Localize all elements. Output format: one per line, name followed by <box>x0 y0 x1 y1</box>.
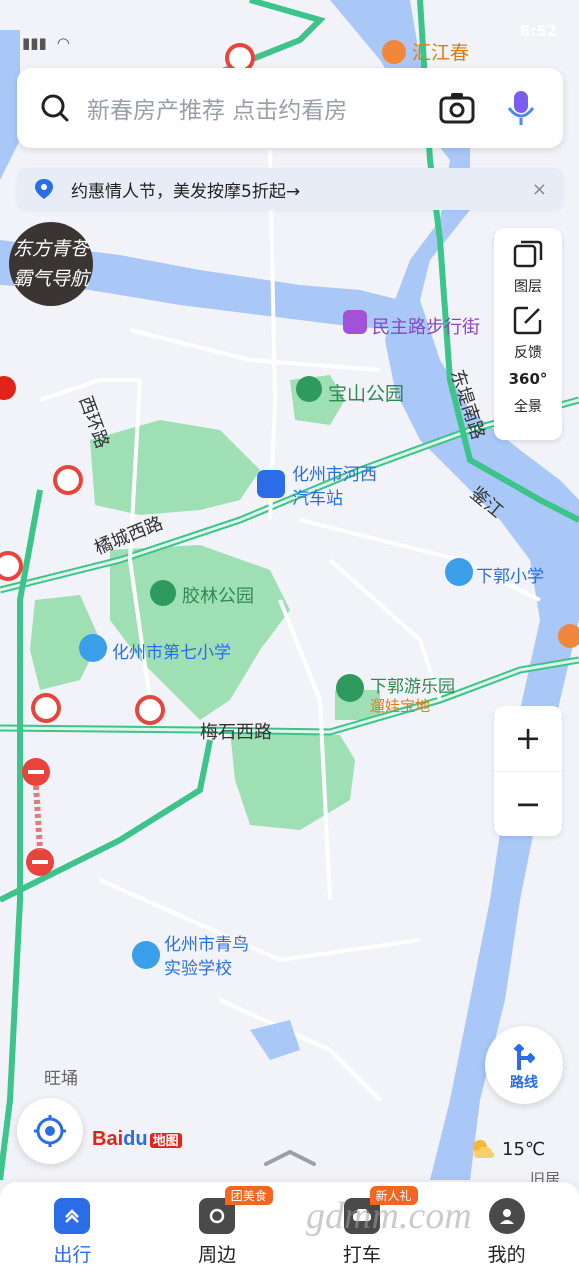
zoom-in-button[interactable]: + <box>494 706 562 772</box>
travel-icon <box>54 1198 91 1234</box>
poi-seventh-school[interactable]: 化州市第七小学 <box>112 638 231 663</box>
poi-bus-station[interactable]: 化州市河西 汽车站 <box>292 463 377 511</box>
route-button[interactable]: 路线 <box>485 1026 563 1104</box>
promo-banner[interactable]: 约惠情人节，美发按摩5折起→ × <box>17 168 563 210</box>
route-icon <box>513 1044 535 1070</box>
avatar-line1: 东方青苍 <box>12 238 89 260</box>
layers-label: 图层 <box>514 279 542 295</box>
poi-qingniao-school[interactable]: 化州市青鸟 实验学校 <box>164 933 249 981</box>
taxi-badge: 新人礼 <box>369 1186 418 1205</box>
search-placeholder[interactable]: 新春房产推荐 点击约看房 <box>87 91 413 125</box>
tab-nearby-label: 周边 <box>198 1244 237 1266</box>
promo-close-icon[interactable]: × <box>532 179 547 200</box>
side-panel: 图层 反馈 360° 全景 <box>494 228 562 440</box>
place-wangyong: 旺埇 <box>44 1069 78 1089</box>
partly-cloudy-icon <box>473 1140 495 1158</box>
avatar[interactable]: 东方青苍 霸气导航 <box>9 222 93 306</box>
logo-du: du <box>123 1128 148 1150</box>
search-icon <box>41 94 69 122</box>
layers-icon <box>513 240 543 268</box>
search-bar[interactable]: 新春房产推荐 点击约看房 <box>17 68 563 148</box>
panorama-button[interactable]: 360° 全景 <box>509 370 548 436</box>
signal-icon: ▮▮▮ <box>22 34 47 52</box>
zoom-controls: + − <box>494 706 562 836</box>
zoom-out-button[interactable]: − <box>494 772 562 837</box>
wifi-icon: ◠ <box>56 34 70 52</box>
poi-xiaguo-park[interactable]: 下郭游乐园 <box>370 672 455 697</box>
panorama-label: 全景 <box>514 399 542 415</box>
location-pin-icon <box>35 179 53 199</box>
feedback-label: 反馈 <box>514 345 542 361</box>
tab-travel[interactable]: 出行 <box>0 1182 145 1280</box>
tab-taxi[interactable]: 新人礼 打车 <box>290 1182 435 1280</box>
locate-button[interactable] <box>17 1098 83 1164</box>
weather-temp: 15℃ <box>502 1138 546 1160</box>
avatar-line2: 霸气导航 <box>12 268 89 290</box>
tab-taxi-label: 打车 <box>342 1244 381 1266</box>
profile-icon <box>488 1198 525 1234</box>
route-label: 路线 <box>510 1075 538 1091</box>
crosshair-icon <box>34 1115 66 1147</box>
layers-button[interactable]: 图层 <box>512 238 544 304</box>
tab-me[interactable]: 我的 <box>434 1182 579 1280</box>
poi-minzhu-street[interactable]: 民主路步行街 <box>372 313 480 339</box>
poi-jiaolin-park[interactable]: 胶林公园 <box>182 582 254 608</box>
weather-widget[interactable]: 15℃ <box>470 1138 545 1160</box>
chevron-up-icon[interactable] <box>262 1148 318 1168</box>
logo-map: 地图 <box>149 1133 182 1148</box>
nearby-badge: 团美食 <box>224 1186 273 1205</box>
tab-nearby[interactable]: 团美食 周边 <box>145 1182 290 1280</box>
feedback-button[interactable]: 反馈 <box>512 304 544 370</box>
status-bar: ▮▮▮ ◠ 8:52 <box>0 0 579 64</box>
baidu-map-logo: Baidu 地图 <box>92 1128 182 1151</box>
poi-xiaguo-park-tag: 遛娃宝地 <box>370 697 431 715</box>
microphone-icon[interactable] <box>501 88 541 128</box>
camera-icon[interactable] <box>437 88 477 128</box>
feedback-icon <box>513 306 542 335</box>
road-meishi: 梅石西路 <box>200 722 272 743</box>
tab-travel-label: 出行 <box>53 1244 92 1266</box>
bottom-nav: 出行 团美食 周边 新人礼 打车 我的 <box>0 1182 579 1280</box>
logo-bai: Bai <box>92 1128 124 1150</box>
status-time: 8:52 <box>519 22 557 40</box>
panorama-360-icon: 360° <box>508 370 548 388</box>
promo-text[interactable]: 约惠情人节，美发按摩5折起→ <box>71 177 532 202</box>
tab-me-label: 我的 <box>487 1244 526 1266</box>
status-icons: ▮▮▮ ◠ <box>22 22 70 64</box>
poi-baoshan-park[interactable]: 宝山公园 <box>328 379 404 406</box>
poi-xiaguo-school[interactable]: 下郭小学 <box>476 562 544 587</box>
